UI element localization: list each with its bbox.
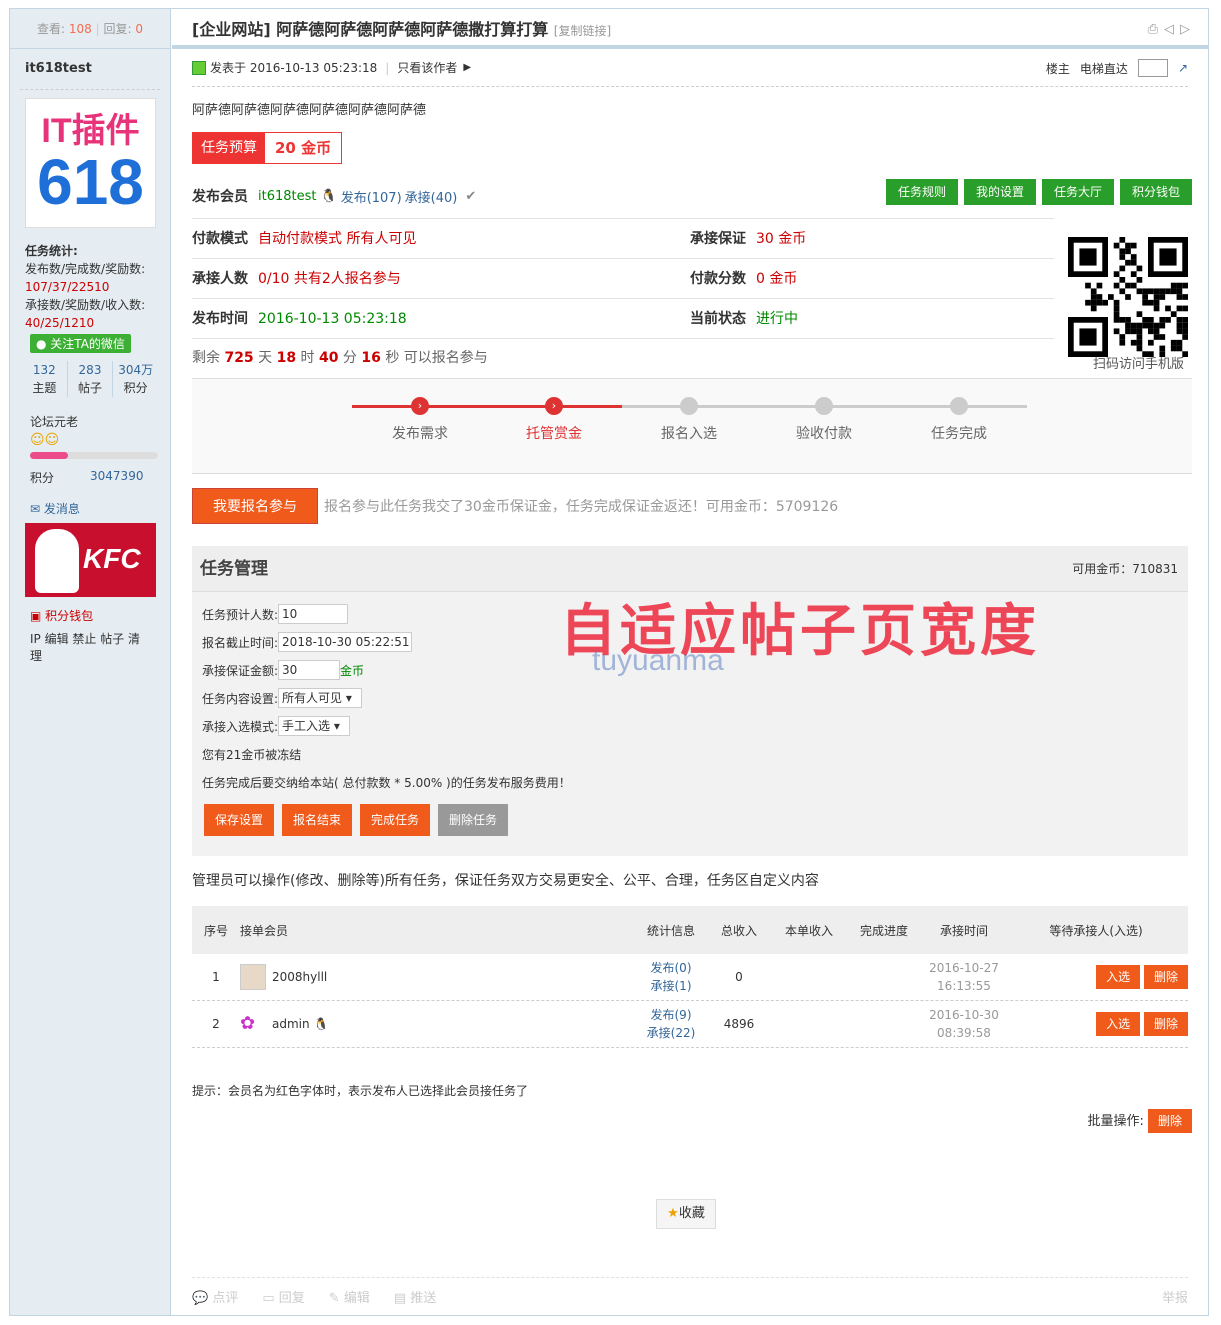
admin-ops[interactable]: IP 编辑 禁止 帖子 清理 (10, 624, 170, 664)
save-settings-button[interactable]: 保存设置 (204, 804, 275, 836)
available-coins: 可用金币：710831 (1072, 562, 1178, 576)
join-task-button[interactable]: 我要报名参与 (192, 488, 318, 524)
report-link[interactable]: 举报 (1162, 1287, 1188, 1306)
reply-link[interactable]: ▭ 回复 (262, 1287, 304, 1306)
delete-button[interactable]: 删除 (1143, 965, 1188, 989)
author-sidebar: 查看: 108 | 回复: 0 it618test IT插件 618 任务统计:… (10, 9, 171, 1315)
table-row: 1 2008hylll 发布(0) 承接(1) 0 2016-10-27 16:13… (192, 954, 1188, 1001)
view-reply-stats: 查看: 108 | 回复: 0 (10, 9, 170, 49)
join-info: 报名参与此任务我交了30金币保证金，任务完成保证金返还！可用金币：5709126 (324, 499, 839, 515)
delete-task-button[interactable]: 删除任务 (438, 804, 509, 836)
favorite-button[interactable]: ★收藏 (656, 1199, 716, 1229)
member-name[interactable]: admin (272, 1017, 310, 1031)
points-wallet-button[interactable]: 积分钱包 (1119, 179, 1192, 205)
member-avatar[interactable] (240, 964, 266, 990)
table-header: 序号 接单会员 统计信息 总收入 本单收入 完成进度 承接时间 等待承接人(入选… (192, 906, 1188, 954)
content-visibility-select[interactable]: 所有人可见 ▾ (278, 688, 363, 708)
task-rules-button[interactable]: 任务规则 (885, 179, 958, 205)
batch-ops: 批量操作: 删除 (192, 1109, 1192, 1133)
complete-task-button[interactable]: 完成任务 (360, 804, 431, 836)
step-complete: 任务完成 (909, 397, 1009, 443)
edit-link[interactable]: ✎ 编辑 (329, 1287, 370, 1306)
post-time: 发表于 2016-10-13 05:23:18 (210, 61, 378, 75)
comment-link[interactable]: 💬 点评 (192, 1287, 238, 1306)
elevator-input[interactable] (1137, 59, 1168, 77)
view-count: 108 (68, 22, 92, 36)
task-hall-button[interactable]: 任务大厅 (1041, 179, 1114, 205)
step-verify: 验收付款 (774, 397, 874, 443)
select-button[interactable]: 入选 (1096, 965, 1141, 989)
jump-icon[interactable]: ↗ (1178, 61, 1188, 75)
delete-button[interactable]: 删除 (1143, 1012, 1188, 1036)
points-wallet-link[interactable]: ▣ 积分钱包 (10, 597, 170, 624)
table-row: 2 ✿ admin 🐧 发布(9) 承接(22) 4896 2016-10-30 08:… (192, 1001, 1188, 1048)
author-name[interactable]: it618test (10, 49, 170, 89)
qq-icon[interactable]: 🐧 (321, 189, 337, 204)
elevator-label: 电梯直达 (1079, 61, 1128, 76)
deadline-input[interactable] (278, 632, 413, 652)
count-points[interactable]: 304万 积分 (113, 361, 158, 397)
task-progress-steps: › 发布需求 › 托管赏金 报名入选 验收付款 任务完成 (192, 378, 1192, 474)
step-publish: › 发布需求 (392, 397, 448, 442)
hint-text: 提示：会员名为红色字体时，表示发布人已选择此会员接任务了 (192, 1084, 529, 1098)
publisher-row: 发布会员 it618test 🐧 发布(107) 承接(40) ✔ 任务规则 我… (192, 179, 1192, 210)
medal-kfc-image: KFC (25, 523, 156, 597)
expected-count-input[interactable] (278, 604, 349, 624)
thread-title-bar: [企业网站] 阿萨德阿萨德阿萨德阿萨德撒打算打算 [复制链接] ⎙◁▷ (172, 9, 1208, 49)
author-avatar[interactable]: IT插件 618 (25, 98, 156, 228)
copy-link[interactable]: [复制链接] (554, 24, 611, 38)
member-name[interactable]: 2008hylll (272, 970, 327, 984)
remaining-time: 剩余 725 天 18 时 40 分 16 秒 可以报名参与 (192, 338, 1054, 376)
thread-title: [企业网站] 阿萨德阿萨德阿萨德阿萨德撒打算打算 (192, 20, 549, 39)
task-stats: 任务统计: 发布数/完成数/奖励数: 107/37/22510 承接数/奖励数/… (25, 244, 146, 330)
verified-check-icon: ✔ (465, 188, 477, 204)
frozen-coins: 您有21金币被冻结 (202, 747, 302, 762)
follow-wechat-button[interactable]: ● 关注TA的微信 (30, 334, 131, 353)
count-posts[interactable]: 283 帖子 (68, 361, 114, 397)
only-author-link[interactable]: 只看该作者 (397, 59, 457, 76)
reply-count: 0 (135, 22, 143, 36)
end-signup-button[interactable]: 报名结束 (282, 804, 353, 836)
step-escrow: › 托管赏金 (526, 397, 582, 442)
floor-label: 楼主 (1045, 61, 1070, 76)
task-budget: 任务预算 20 金币 (192, 132, 343, 164)
post-main: [企业网站] 阿萨德阿萨德阿萨德阿萨德撒打算打算 [复制链接] ⎙◁▷ 发表于 … (172, 9, 1208, 1315)
qr-code-image (1068, 237, 1188, 357)
author-counts: 132 主题 283 帖子 304万 积分 (22, 361, 158, 397)
user-level: 论坛元老 (30, 415, 79, 429)
task-info-table: 付款模式 自动付款模式 所有人可见 承接保证 30 金币 承接人数 0/10 共有2人… (192, 218, 1192, 376)
step-apply: 报名入选 (639, 397, 739, 443)
task-management-panel: 任务管理可用金币：710831 任务预计人数: 报名截止时间: 承接保证金额:金… (192, 546, 1188, 856)
print-prev-next-icons[interactable]: ⎙◁▷ (1148, 9, 1196, 51)
member-avatar[interactable]: ✿ (240, 1011, 266, 1037)
star-icon: ★ (667, 1206, 679, 1221)
watermark-logo: tuyuanma (592, 644, 724, 677)
thread-frame: 查看: 108 | 回复: 0 it618test IT插件 618 任务统计:… (9, 8, 1209, 1316)
select-button[interactable]: 入选 (1096, 1012, 1141, 1036)
my-settings-button[interactable]: 我的设置 (963, 179, 1036, 205)
push-link[interactable]: ▤ 推送 (394, 1287, 436, 1306)
service-fee-note: 任务完成后要交纳给本站( 总付款数 * 5.00% )的任务发布服务费用！ (202, 775, 571, 790)
publisher-name[interactable]: it618test (258, 189, 317, 204)
post-footer-actions: 💬 点评 ▭ 回复 ✎ 编辑 ▤ 推送 举报 (192, 1277, 1188, 1315)
admin-note: 管理员可以操作(修改、删除等)所有任务，保证任务双方交易更安全、公平、合理，任务… (192, 873, 819, 889)
post-text: 阿萨德阿萨德阿萨德阿萨德阿萨德阿萨德 (192, 103, 427, 118)
online-icon (192, 60, 206, 75)
post-content: 阿萨德阿萨德阿萨德阿萨德阿萨德阿萨德 任务预算 20 金币 发布会员 it618… (192, 99, 1192, 1133)
points-row: 积分 3047390 (30, 469, 144, 485)
arrow-right-icon: ▶ (463, 62, 472, 73)
join-row: 我要报名参与 报名参与此任务我交了30金币保证金，任务完成保证金返还！可用金币：… (192, 488, 1192, 524)
count-threads[interactable]: 132 主题 (22, 361, 68, 397)
qq-icon[interactable]: 🐧 (314, 1017, 329, 1031)
post-info-bar: 发表于 2016-10-13 05:23:18 | 只看该作者 ▶ 楼主 电梯直… (192, 49, 1188, 87)
deposit-input[interactable] (278, 660, 341, 680)
send-message-link[interactable]: ✉ 发消息 (10, 486, 170, 517)
level-progress-bar (30, 452, 158, 459)
mgmt-title: 任务管理 (200, 559, 268, 579)
selection-mode-select[interactable]: 手工入选 ▾ (278, 716, 351, 736)
level-smiley-icon: ☺☺ (30, 432, 60, 448)
batch-delete-button[interactable]: 删除 (1147, 1109, 1192, 1133)
qr-caption: 扫码访问手机版 (1092, 357, 1184, 372)
applicants-table: 序号 接单会员 统计信息 总收入 本单收入 完成进度 承接时间 等待承接人(入选… (192, 906, 1188, 1048)
